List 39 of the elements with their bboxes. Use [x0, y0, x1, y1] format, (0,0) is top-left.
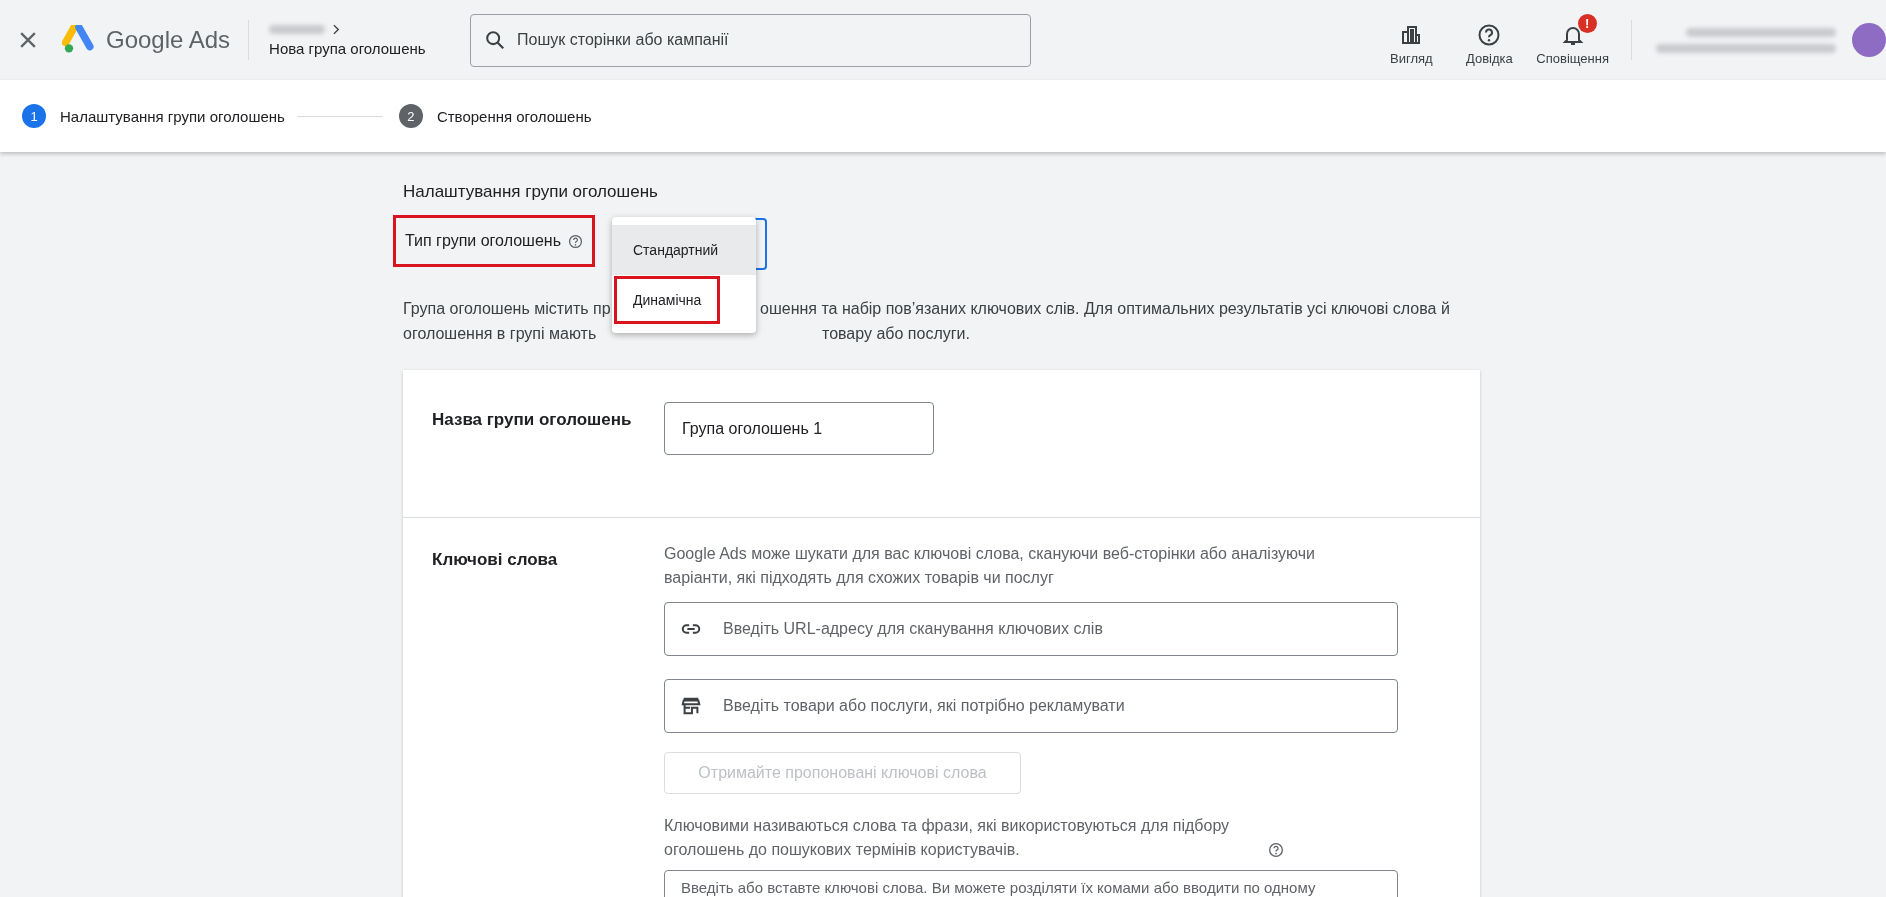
- step-number[interactable]: 2: [398, 104, 423, 128]
- option-label: Динамічна: [614, 276, 721, 324]
- avatar[interactable]: [1852, 23, 1886, 57]
- section-label: Ключові слова: [432, 550, 559, 571]
- toolbar-button[interactable]: Вигляд: [1372, 12, 1451, 68]
- chevron-right-icon: [333, 23, 341, 35]
- url-field[interactable]: Введіть URL-адресу для сканування ключових слів: [664, 602, 1398, 656]
- label-text: Тип групи оголошень: [405, 232, 561, 250]
- section-title: Налаштування групи оголошень: [403, 182, 659, 202]
- help-icon: [1477, 22, 1502, 47]
- name-field[interactable]: Група оголошень 1: [664, 402, 934, 455]
- close-icon[interactable]: [20, 32, 36, 48]
- step-label[interactable]: Налаштування групи оголошень: [60, 107, 285, 125]
- store-icon: [680, 695, 702, 717]
- products-field[interactable]: Введіть товари або послуги, які потрібно рекламувати: [664, 679, 1398, 733]
- description-text: Група оголошень містить пр: [403, 299, 612, 319]
- dropdown-option[interactable]: Динамічна: [612, 275, 756, 325]
- redacted-text: [269, 24, 326, 34]
- keywords-note: Ключовими називаються слова та фрази, які використовуються для підбору оголошень до пошукових термінів користувачів.: [664, 816, 1231, 860]
- toolbar-button[interactable]: Довідка: [1450, 12, 1529, 68]
- search-field[interactable]: Пошук сторінки або кампанії: [470, 13, 1032, 67]
- description-text: ошення та набір пов’язаних ключових слів. Для оптимальних результатів усі ключові слова й: [760, 299, 1450, 319]
- search-icon: [484, 29, 507, 51]
- section-label: Назва групи оголошень: [432, 410, 633, 431]
- help-icon[interactable]: [567, 233, 583, 249]
- description-text: товару або послуги.: [822, 324, 970, 344]
- dropdown-option[interactable]: Стандартний: [612, 225, 756, 275]
- keywords-description: Google Ads може шукати для вас ключові слова, скануючи веб-сторінки або аналізуючи варіанти, які підходять для схожих товарів чи послуг: [664, 544, 1316, 588]
- alert-badge: !: [1577, 13, 1597, 33]
- page-title: Нова група оголошень: [269, 39, 427, 57]
- step-number[interactable]: 1: [22, 104, 46, 128]
- product-name: Google Ads: [106, 26, 231, 54]
- help-icon[interactable]: [1268, 842, 1284, 858]
- keywords-field[interactable]: Введіть або вставте ключові слова. Ви можете розділяти їх комами або вводити по одному: [664, 870, 1398, 897]
- option-label: Стандартний: [632, 241, 720, 260]
- toolbar-button[interactable]: ! Сповіщення: [1528, 12, 1617, 68]
- logo-icon: [62, 25, 96, 55]
- description-text: оголошення в групі мають: [403, 324, 598, 344]
- step-label[interactable]: Створення оголошень: [436, 107, 592, 125]
